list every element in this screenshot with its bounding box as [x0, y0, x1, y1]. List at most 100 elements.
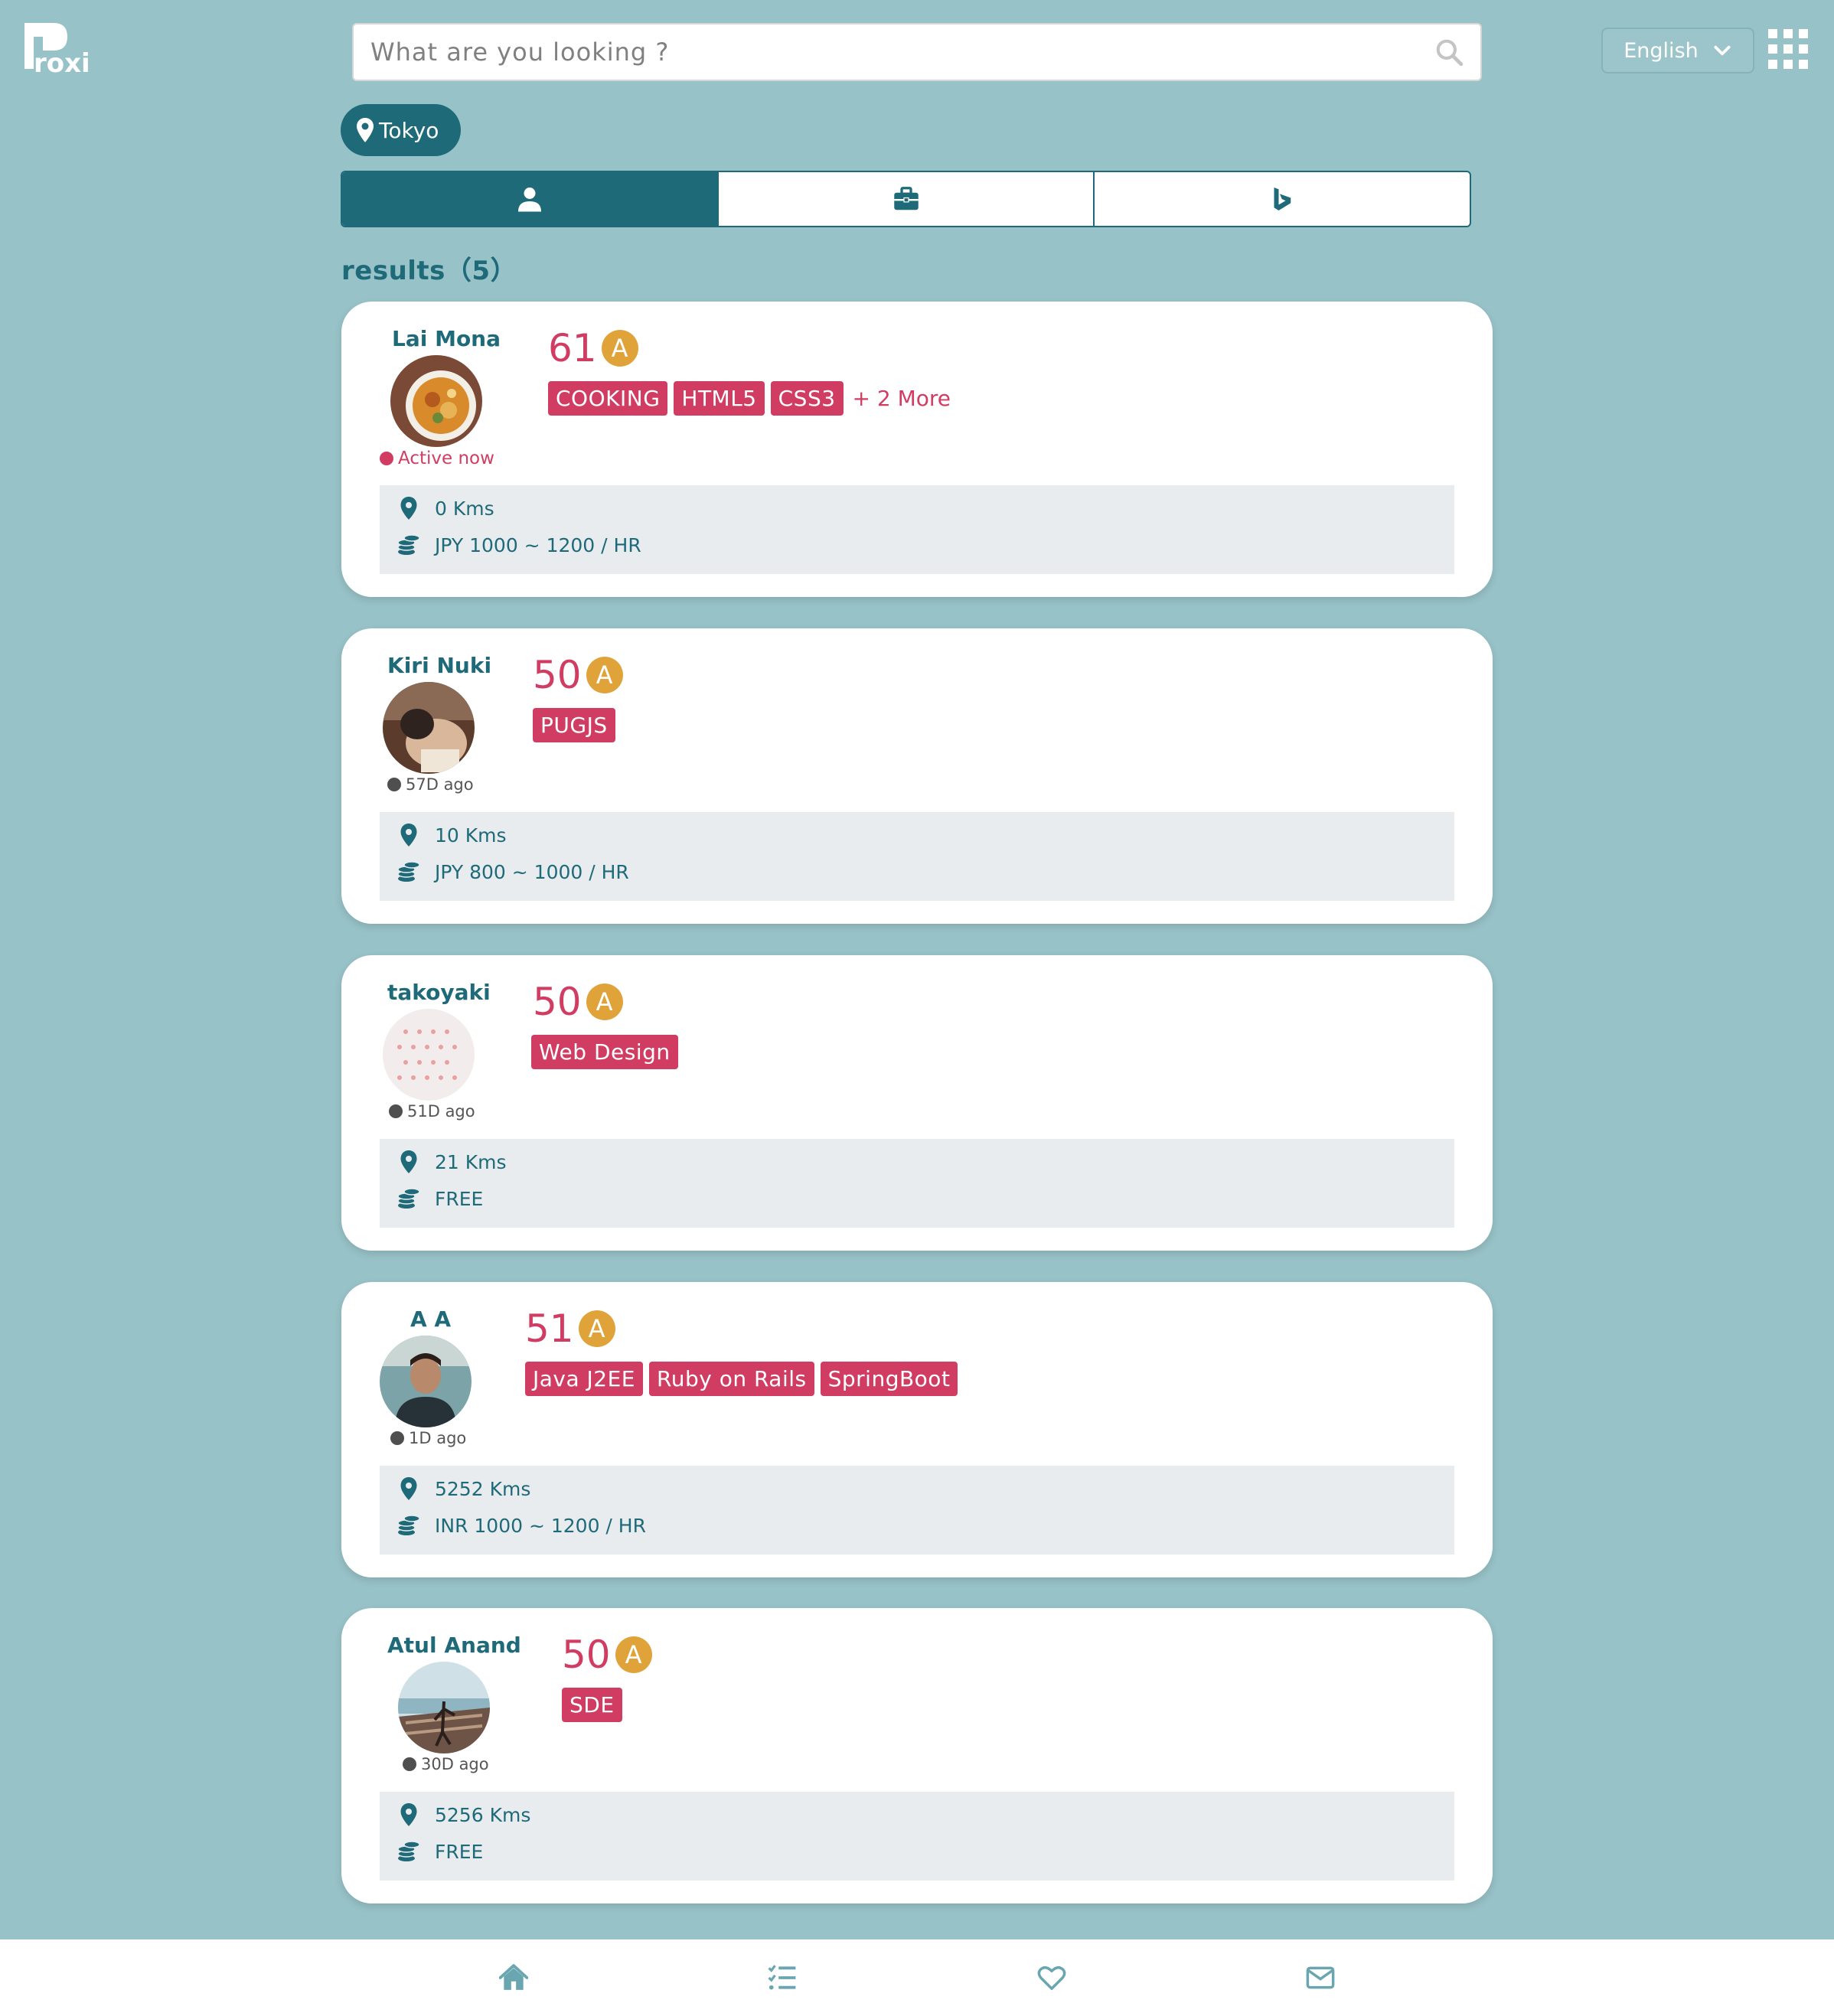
skill-tags: COOKING HTML5 CSS3 + 2 More: [548, 381, 951, 416]
rate-value: FREE: [435, 1840, 484, 1863]
status-dot: [380, 452, 393, 465]
status-dot: [403, 1757, 416, 1771]
status-label: 1D ago: [409, 1429, 467, 1447]
score-value: 61: [548, 326, 597, 370]
tab-feed[interactable]: [1093, 172, 1470, 226]
map-marker-icon: [400, 824, 417, 847]
profile-name[interactable]: takoyaki: [387, 980, 491, 1005]
results-count: results（5）: [341, 256, 517, 286]
status-dot: [390, 1431, 404, 1445]
status-dot: [389, 1104, 403, 1118]
tab-people[interactable]: [342, 172, 717, 226]
avatar[interactable]: [398, 1662, 490, 1753]
proxi-logo[interactable]: roxi: [23, 21, 89, 77]
avatar[interactable]: [383, 1009, 475, 1101]
skill-tag: Web Design: [531, 1035, 678, 1069]
nav-favorites[interactable]: [1037, 1963, 1066, 1992]
avatar-image: [380, 1336, 472, 1427]
score: 50 A: [533, 656, 623, 694]
presence-status: Active now: [380, 449, 494, 468]
rate-value: FREE: [435, 1187, 484, 1210]
distance-value: 5256 Kms: [435, 1803, 531, 1826]
rate-row: FREE: [396, 1839, 483, 1864]
profile-name[interactable]: A A: [410, 1306, 451, 1332]
info-panel: 5256 Kms FREE: [380, 1792, 1454, 1881]
score: 51 A: [525, 1310, 615, 1348]
rate-value: INR 1000 ~ 1200 / HR: [435, 1514, 646, 1537]
status-dot: [387, 778, 401, 791]
map-marker-icon: [400, 497, 417, 520]
search-input[interactable]: [370, 38, 1434, 67]
status-label: 51D ago: [407, 1102, 475, 1121]
bottom-navigation: [0, 1939, 1834, 2016]
language-select[interactable]: English: [1601, 28, 1754, 73]
coins-icon: [397, 1515, 420, 1535]
briefcase-icon: [893, 187, 919, 210]
avatar[interactable]: [383, 682, 475, 774]
search-box[interactable]: [352, 23, 1482, 81]
grade-badge: A: [578, 1310, 615, 1347]
grade-badge: A: [586, 657, 623, 693]
skill-tag: SpringBoot: [820, 1362, 958, 1396]
bing-icon: [1274, 188, 1291, 210]
profile-name[interactable]: Lai Mona: [392, 326, 501, 351]
rate-row: INR 1000 ~ 1200 / HR: [396, 1513, 646, 1538]
info-panel: 0 Kms JPY 1000 ~ 1200 / HR: [380, 485, 1454, 574]
avatar-image: [383, 682, 475, 774]
profile-card[interactable]: Atul Anand 30D ago 50 A SDE 5256 Kms FRE…: [341, 1608, 1493, 1903]
map-marker-icon: [400, 1803, 417, 1826]
profile-name[interactable]: Atul Anand: [387, 1633, 521, 1658]
distance-value: 5252 Kms: [435, 1477, 531, 1500]
map-marker-icon: [357, 118, 374, 142]
distance-row: 5252 Kms: [396, 1476, 530, 1501]
avatar[interactable]: [380, 1336, 472, 1427]
nav-tasks[interactable]: [768, 1963, 797, 1992]
skill-tags: PUGJS: [533, 708, 615, 742]
skill-tag: PUGJS: [533, 708, 615, 742]
svg-text:roxi: roxi: [34, 48, 89, 77]
skill-tag: HTML5: [674, 381, 765, 416]
info-panel: 21 Kms FREE: [380, 1139, 1454, 1228]
profile-card[interactable]: Kiri Nuki 57D ago 50 A PUGJS 10 Kms JPY …: [341, 628, 1493, 924]
presence-status: 1D ago: [390, 1429, 466, 1447]
search-icon[interactable]: [1434, 38, 1464, 67]
profile-name[interactable]: Kiri Nuki: [387, 653, 491, 678]
category-tabs: [341, 171, 1471, 227]
coins-icon: [397, 1188, 420, 1209]
skill-tags: Java J2EE Ruby on Rails SpringBoot: [525, 1362, 958, 1396]
user-icon: [517, 188, 541, 212]
more-tags-link[interactable]: + 2 More: [853, 386, 951, 411]
logo-mark: roxi: [24, 23, 89, 77]
tab-jobs[interactable]: [716, 172, 1094, 226]
chevron-down-icon: [1714, 45, 1731, 56]
distance-value: 0 Kms: [435, 497, 494, 520]
heart-icon: [1037, 1965, 1066, 1990]
profile-card[interactable]: Lai Mona Active now 61 A COOKING HTML5 C…: [341, 302, 1493, 597]
coins-icon: [397, 534, 420, 555]
location-chip[interactable]: Tokyo: [341, 104, 461, 156]
skill-tags: SDE: [562, 1688, 622, 1722]
avatar-image: [398, 1662, 490, 1753]
rate-value: JPY 1000 ~ 1200 / HR: [435, 533, 641, 556]
map-marker-icon: [400, 1477, 417, 1500]
info-panel: 5252 Kms INR 1000 ~ 1200 / HR: [380, 1466, 1454, 1554]
profile-card[interactable]: A A 1D ago 51 A Java J2EE Ruby on Rails …: [341, 1282, 1493, 1577]
status-label: 30D ago: [421, 1755, 489, 1773]
score: 50 A: [562, 1636, 652, 1674]
presence-status: 30D ago: [403, 1755, 489, 1773]
distance-row: 10 Kms: [396, 823, 507, 847]
map-marker-icon: [400, 1150, 417, 1173]
coins-icon: [397, 861, 420, 882]
skill-tag: CSS3: [770, 381, 844, 416]
score-value: 50: [533, 653, 582, 697]
rate-row: JPY 800 ~ 1000 / HR: [396, 860, 629, 884]
nav-messages[interactable]: [1306, 1963, 1335, 1992]
nav-home[interactable]: [498, 1963, 528, 1992]
apps-grid-icon[interactable]: [1768, 29, 1808, 69]
score-value: 51: [525, 1306, 574, 1351]
presence-status: 57D ago: [387, 775, 474, 794]
distance-value: 21 Kms: [435, 1150, 507, 1173]
grade-badge: A: [586, 984, 623, 1020]
avatar[interactable]: [390, 355, 482, 447]
profile-card[interactable]: takoyaki 51D ago 50 A Web Design 21 Kms: [341, 955, 1493, 1251]
